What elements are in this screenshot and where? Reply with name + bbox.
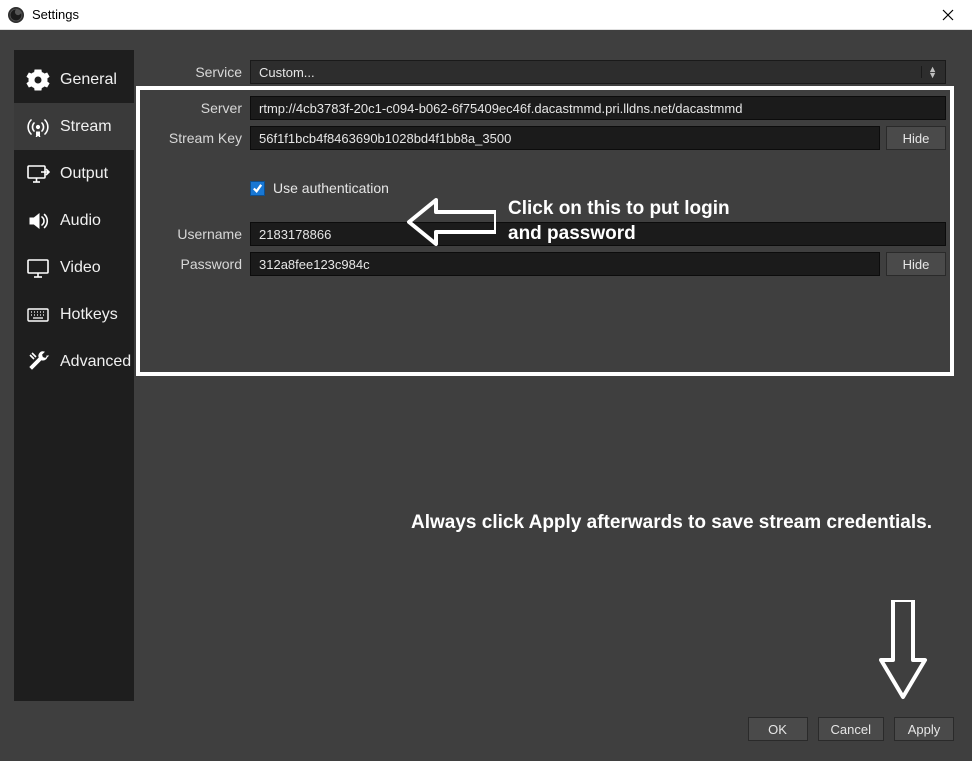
chevron-up-down-icon: ▲▼ [921, 66, 937, 78]
streamkey-row: Stream Key Hide [146, 126, 946, 150]
sidebar-item-label: Output [60, 165, 108, 183]
close-window-button[interactable] [928, 1, 968, 29]
monitor-out-icon [26, 162, 50, 186]
obs-icon [8, 7, 24, 23]
sidebar-item-label: Hotkeys [60, 306, 118, 324]
username-input[interactable] [250, 222, 946, 246]
service-value: Custom... [259, 65, 315, 80]
sidebar-item-label: Video [60, 259, 101, 277]
username-label: Username [146, 226, 250, 242]
password-label: Password [146, 256, 250, 272]
password-input[interactable] [250, 252, 880, 276]
ok-button[interactable]: OK [748, 717, 808, 741]
use-auth-row: Use authentication [146, 180, 946, 196]
sidebar-item-label: Audio [60, 212, 101, 230]
password-row: Password Hide [146, 252, 946, 276]
sidebar-item-label: Stream [60, 118, 112, 136]
annotation-apply-arrow [878, 600, 928, 703]
arrow-down-icon [878, 600, 928, 700]
monitor-icon [26, 256, 50, 280]
password-hide-button[interactable]: Hide [886, 252, 946, 276]
sidebar-item-stream[interactable]: A Stream [14, 103, 134, 150]
dialog-footer: OK Cancel Apply [0, 711, 972, 761]
sidebar-item-video[interactable]: Video [14, 244, 134, 291]
use-auth-label: Use authentication [273, 180, 389, 196]
speaker-icon [26, 209, 50, 233]
tools-icon [26, 350, 50, 374]
titlebar: Settings [0, 0, 972, 30]
server-row: Server [146, 96, 946, 120]
antenna-icon: A [26, 115, 50, 139]
apply-button[interactable]: Apply [894, 717, 954, 741]
annotation-apply-text: Always click Apply afterwards to save st… [411, 510, 932, 536]
streamkey-label: Stream Key [146, 130, 250, 146]
sidebar-item-output[interactable]: Output [14, 150, 134, 197]
sidebar-item-advanced[interactable]: Advanced [14, 338, 134, 385]
settings-sidebar: General A Stream Output Audio [14, 50, 134, 701]
window-title: Settings [32, 7, 79, 22]
sidebar-item-label: Advanced [60, 353, 131, 371]
username-row: Username [146, 222, 946, 246]
service-label: Service [146, 64, 250, 80]
server-input[interactable] [250, 96, 946, 120]
sidebar-item-audio[interactable]: Audio [14, 197, 134, 244]
gear-icon [26, 68, 50, 92]
settings-content: Service Custom... ▲▼ Server Stream Key [134, 50, 958, 701]
sidebar-item-hotkeys[interactable]: Hotkeys [14, 291, 134, 338]
streamkey-input[interactable] [250, 126, 880, 150]
service-row: Service Custom... ▲▼ [146, 60, 946, 84]
server-label: Server [146, 100, 250, 116]
sidebar-item-label: General [60, 71, 117, 89]
cancel-button[interactable]: Cancel [818, 717, 884, 741]
keyboard-icon [26, 303, 50, 327]
streamkey-hide-button[interactable]: Hide [886, 126, 946, 150]
use-auth-checkbox[interactable] [250, 181, 265, 196]
sidebar-item-general[interactable]: General [14, 56, 134, 103]
service-select[interactable]: Custom... ▲▼ [250, 60, 946, 84]
